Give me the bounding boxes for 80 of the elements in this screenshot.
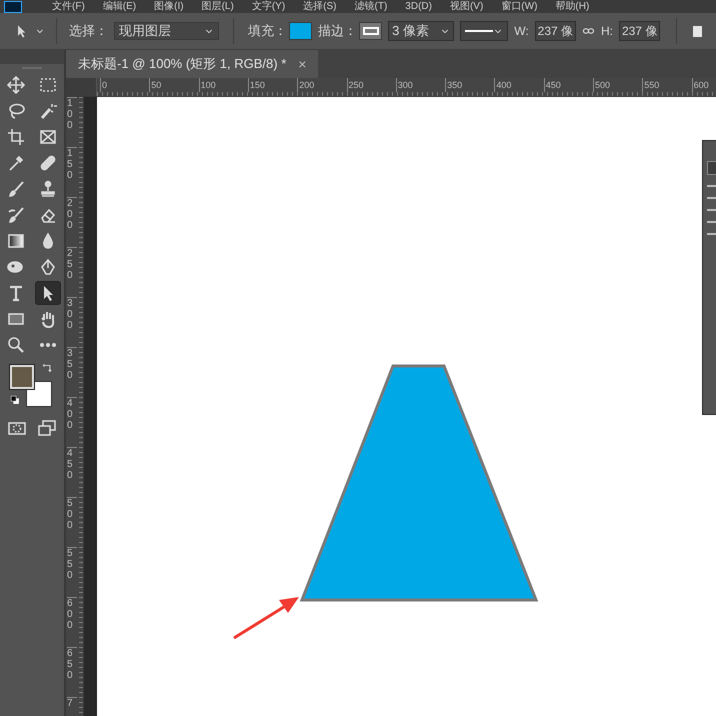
menu-item[interactable]: 帮助(H)	[555, 0, 590, 13]
tab-title: 未标题-1 @ 100% (矩形 1, RGB/8) *	[78, 55, 286, 74]
document-tab[interactable]: 未标题-1 @ 100% (矩形 1, RGB/8) * ×	[66, 50, 318, 78]
menu-item[interactable]: 文字(Y)	[252, 0, 286, 13]
eyedropper-icon	[7, 154, 25, 172]
ruler-label: 600	[692, 78, 709, 92]
lasso-icon	[7, 102, 25, 120]
width-label: W:	[514, 23, 529, 40]
ruler-label: 400	[67, 397, 77, 431]
ruler-label: 300	[67, 297, 77, 331]
stroke-width-field[interactable]: 3 像素	[388, 21, 454, 41]
ruler-label: 450	[544, 78, 561, 92]
ruler-label: 450	[67, 447, 77, 481]
wand-icon	[39, 102, 57, 120]
brush-icon	[7, 206, 25, 224]
ruler-label: 600	[67, 597, 77, 631]
ruler-label: 200	[67, 197, 77, 231]
menu-item[interactable]: 图层(L)	[202, 0, 234, 13]
menu-item[interactable]: 窗口(W)	[501, 0, 538, 13]
menu-item[interactable]: 文件(F)	[52, 0, 85, 13]
sponge-icon	[7, 258, 25, 276]
ruler-label: 550	[67, 547, 77, 581]
fill-label: 填充：	[248, 22, 288, 40]
search-icon	[7, 336, 25, 354]
ruler-label: 500	[67, 497, 77, 531]
height-field[interactable]: 237 像	[618, 21, 660, 41]
square-icon[interactable]	[693, 26, 702, 36]
crop-icon	[7, 128, 25, 146]
menu-item[interactable]: 选择(S)	[303, 0, 336, 13]
default-colors-icon	[10, 395, 20, 405]
ruler-label: 500	[593, 78, 610, 92]
ruler-label: 7	[67, 697, 77, 709]
frame-icon	[39, 128, 57, 146]
quick-mask-icon	[8, 419, 26, 437]
marquee-icon	[39, 76, 57, 94]
fill-swatch[interactable]	[289, 22, 312, 40]
screen-mode-icon	[38, 419, 56, 437]
pen-icon	[39, 258, 57, 276]
menu-item[interactable]: 滤镜(T)	[354, 0, 388, 13]
line-style-dropdown[interactable]	[460, 21, 508, 41]
text-icon	[7, 284, 25, 302]
brush-icon	[7, 180, 25, 198]
move-icon	[7, 76, 25, 94]
ruler-label: 650	[67, 647, 77, 681]
rectangle-icon	[7, 310, 25, 328]
arrow-drawing	[233, 597, 299, 640]
stamp-icon	[39, 180, 57, 198]
height-label: H:	[600, 23, 613, 40]
ruler-label: 350	[445, 78, 462, 92]
ruler-label: 150	[248, 78, 265, 92]
gradient-icon	[7, 232, 25, 250]
menu-item[interactable]: 编辑(E)	[102, 0, 136, 13]
close-button[interactable]: ×	[298, 54, 306, 74]
foreground-color-swatch[interactable]	[10, 365, 34, 389]
ruler-label: 350	[67, 347, 77, 381]
width-field[interactable]: 237 像	[534, 21, 576, 41]
stroke-label: 描边：	[318, 22, 358, 40]
ruler-label: 400	[494, 78, 512, 92]
ruler-label: 250	[67, 247, 77, 281]
ruler-label: 150	[67, 147, 77, 181]
tool-button[interactable]	[35, 281, 61, 305]
ruler-label: 300	[396, 78, 413, 92]
app-logo-icon	[4, 0, 22, 12]
ruler-label: 550	[642, 78, 660, 92]
ruler-label: 250	[346, 78, 364, 92]
menu-item[interactable]: 图像(I)	[154, 0, 184, 13]
ruler-label: 0	[100, 78, 108, 92]
swap-icon	[42, 363, 53, 374]
hand-icon	[39, 310, 57, 328]
eraser-icon	[39, 206, 57, 224]
ruler-label: 100	[198, 78, 216, 92]
ruler-label: 100	[67, 97, 77, 131]
select-label: 选择：	[69, 22, 108, 40]
menu-item[interactable]: 3D(D)	[405, 0, 432, 13]
stroke-swatch[interactable]	[359, 22, 382, 40]
layer-dropdown[interactable]: 现用图层	[114, 22, 220, 40]
more-icon	[39, 343, 57, 347]
ruler-label: 200	[297, 78, 314, 92]
menu-item[interactable]: 视图(V)	[450, 0, 484, 13]
ruler-label: 50	[149, 78, 162, 92]
